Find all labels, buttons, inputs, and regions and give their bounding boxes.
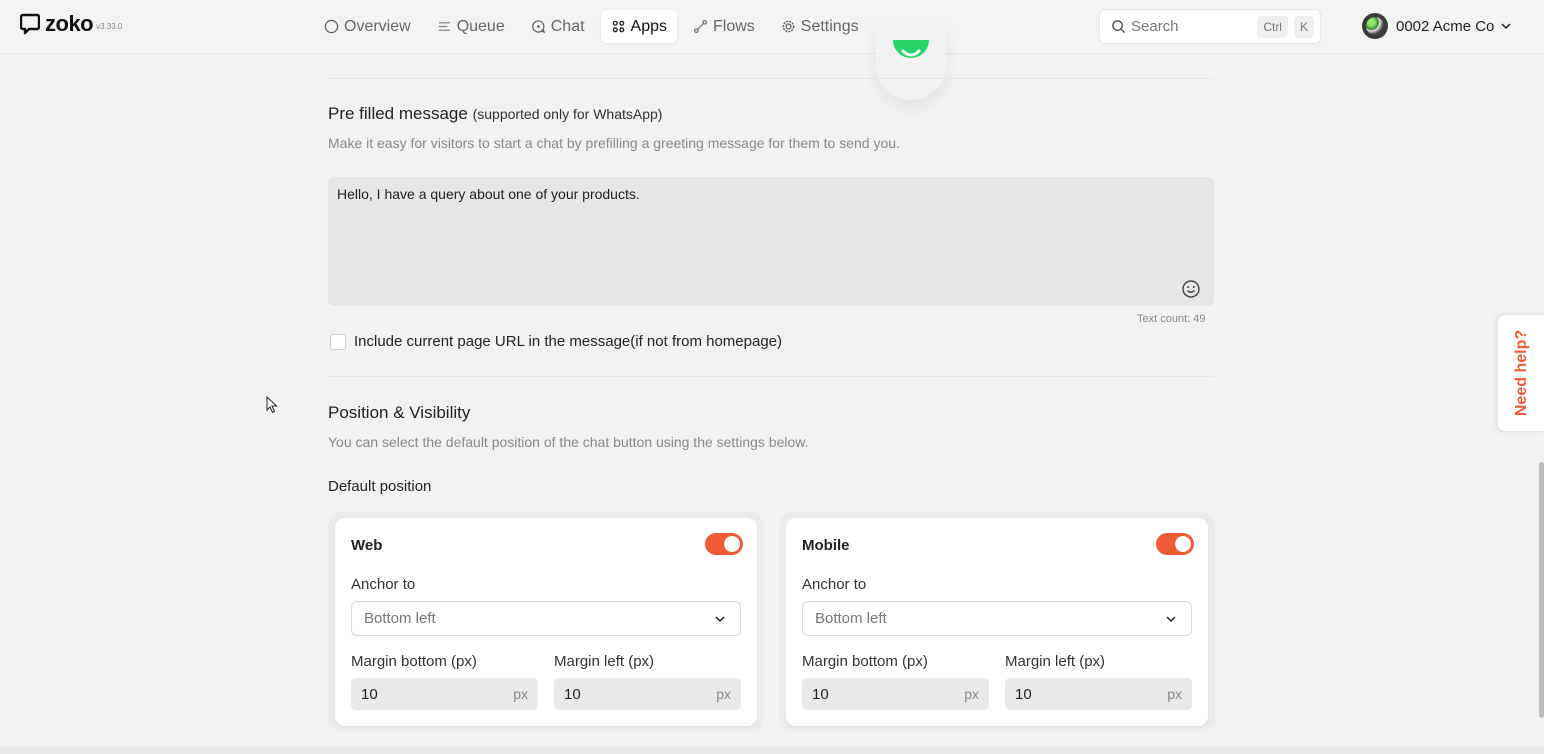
mobile-margin-left-input[interactable]: 10 px xyxy=(1005,678,1192,710)
chevron-down-icon xyxy=(1166,616,1176,623)
nav-chat[interactable]: Chat xyxy=(521,10,595,43)
mobile-card-title: Mobile xyxy=(802,537,850,554)
shortcut-key-ctrl: Ctrl xyxy=(1257,15,1288,38)
main-nav: Overview Queue Chat Apps Flows Settings xyxy=(314,10,875,43)
unit-label: px xyxy=(964,686,979,702)
prefill-title: Pre filled message (supported only for W… xyxy=(328,104,662,124)
unit-label: px xyxy=(716,686,731,702)
default-position-label: Default position xyxy=(328,478,432,495)
flows-icon xyxy=(693,19,708,34)
web-margin-left-value: 10 xyxy=(564,685,581,703)
prefill-description: Make it easy for visitors to start a cha… xyxy=(328,135,900,151)
avatar xyxy=(1362,13,1388,39)
mobile-anchor-value: Bottom left xyxy=(815,610,887,627)
mobile-position-card: Mobile Anchor to Bottom left Margin bott… xyxy=(786,518,1208,726)
include-url-row: Include current page URL in the message(… xyxy=(330,333,782,350)
web-anchor-select[interactable]: Bottom left xyxy=(351,601,741,636)
search-icon xyxy=(1112,20,1126,34)
whatsapp-icon xyxy=(893,40,929,58)
nav-queue[interactable]: Queue xyxy=(427,10,515,43)
position-description: You can select the default position of t… xyxy=(328,434,809,450)
mobile-margin-bottom-value: 10 xyxy=(812,685,829,703)
prefill-message-textarea[interactable]: Hello, I have a query about one of your … xyxy=(328,177,1214,306)
prefill-message-text: Hello, I have a query about one of your … xyxy=(337,186,640,202)
mobile-margin-bottom-input[interactable]: 10 px xyxy=(802,678,989,710)
web-card-title: Web xyxy=(351,537,383,554)
search-box[interactable]: Search Ctrl K xyxy=(1099,9,1321,44)
text-count: Text count: 49 xyxy=(1137,313,1206,325)
queue-icon xyxy=(438,22,450,31)
mobile-margin-bottom-label: Margin bottom (px) xyxy=(802,653,928,670)
web-anchor-value: Bottom left xyxy=(364,610,436,627)
chevron-down-icon xyxy=(1501,23,1511,30)
nav-label: Flows xyxy=(713,17,755,35)
app-name: zoko xyxy=(45,11,94,36)
web-margin-bottom-value: 10 xyxy=(361,685,378,703)
web-anchor-label: Anchor to xyxy=(351,576,416,593)
nav-settings[interactable]: Settings xyxy=(771,10,869,43)
web-enabled-toggle[interactable] xyxy=(705,533,743,555)
nav-flows[interactable]: Flows xyxy=(683,10,765,43)
include-url-label[interactable]: Include current page URL in the message(… xyxy=(354,333,782,350)
account-switcher[interactable]: 0002 Acme Co xyxy=(1362,13,1512,39)
prefill-title-note: (supported only for WhatsApp) xyxy=(472,106,663,122)
gear-icon xyxy=(782,20,795,33)
bottom-edge xyxy=(0,746,1544,754)
mobile-margin-left-label: Margin left (px) xyxy=(1005,653,1106,670)
chat-icon xyxy=(531,20,545,34)
web-margin-left-label: Margin left (px) xyxy=(554,653,655,670)
web-margin-left-input[interactable]: 10 px xyxy=(554,678,741,710)
include-url-checkbox[interactable] xyxy=(330,333,346,350)
web-margin-bottom-label: Margin bottom (px) xyxy=(351,653,477,670)
app-version: v3.33.0 xyxy=(96,22,123,31)
mobile-anchor-label: Anchor to xyxy=(802,576,867,593)
mobile-enabled-toggle[interactable] xyxy=(1156,533,1194,555)
web-position-card: Web Anchor to Bottom left Margin bottom … xyxy=(335,518,757,726)
account-name: 0002 Acme Co xyxy=(1396,17,1495,35)
section-divider xyxy=(328,376,1214,377)
search-placeholder: Search xyxy=(1131,18,1179,35)
emoji-icon[interactable] xyxy=(1181,279,1201,299)
prefill-title-text: Pre filled message xyxy=(328,104,468,123)
circle-icon xyxy=(324,19,339,34)
nav-apps[interactable]: Apps xyxy=(600,10,677,43)
unit-label: px xyxy=(513,686,528,702)
nav-label: Chat xyxy=(550,17,585,35)
section-divider xyxy=(328,78,1214,79)
nav-label: Overview xyxy=(344,17,411,35)
nav-overview[interactable]: Overview xyxy=(314,10,421,43)
scrollbar[interactable] xyxy=(1539,462,1544,718)
mouse-cursor-icon xyxy=(266,396,278,414)
web-margin-bottom-input[interactable]: 10 px xyxy=(351,678,538,710)
shortcut-key-k: K xyxy=(1293,15,1314,38)
nav-label: Settings xyxy=(800,17,859,35)
top-navigation-bar: zoko v3.33.0 Overview Queue Chat Apps Fl… xyxy=(0,0,1544,54)
chevron-down-icon xyxy=(715,616,725,623)
unit-label: px xyxy=(1167,686,1182,702)
app-logo[interactable]: zoko v3.33.0 xyxy=(20,13,122,35)
nav-label: Apps xyxy=(630,17,667,35)
mobile-margin-left-value: 10 xyxy=(1015,685,1032,703)
zoko-logo-icon xyxy=(20,13,40,35)
nav-label: Queue xyxy=(456,17,505,35)
need-help-label[interactable]: Need help? xyxy=(1513,330,1531,416)
mobile-anchor-select[interactable]: Bottom left xyxy=(802,601,1192,636)
apps-grid-icon xyxy=(612,20,624,33)
position-title: Position & Visibility xyxy=(328,403,471,422)
